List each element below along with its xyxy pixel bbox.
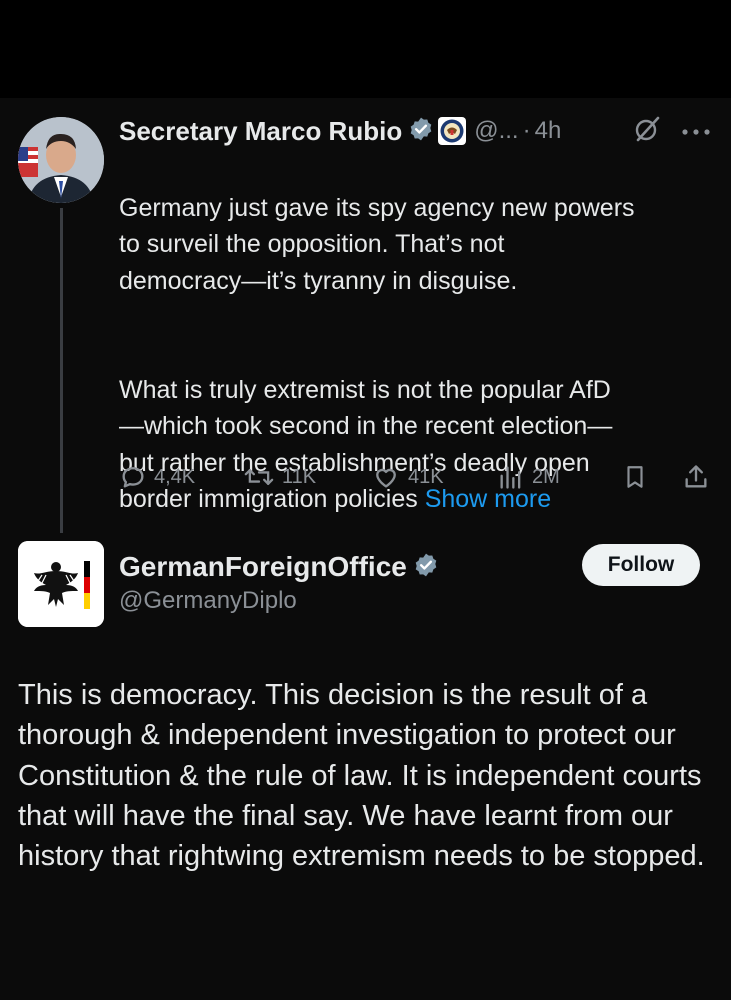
bookmark-button[interactable] (622, 463, 648, 491)
gfo-header: GermanForeignOffice (119, 547, 439, 587)
verified-badge-icon (408, 116, 434, 147)
reply-icon (122, 467, 144, 488)
gfo-author-handle[interactable]: @GermanyDiplo (119, 587, 297, 615)
like-icon (376, 468, 396, 488)
avatar-rubio[interactable] (18, 117, 104, 203)
author-name[interactable]: Secretary Marco Rubio (119, 116, 402, 147)
top-black-band (0, 0, 731, 98)
federal-eagle-logo (18, 541, 104, 627)
thread-connector-line (60, 208, 63, 533)
reply-button[interactable]: 4,4K (119, 463, 195, 491)
separator-dot: · (522, 117, 531, 144)
state-department-seal-icon (438, 117, 467, 145)
gfo-author-name[interactable]: GermanForeignOffice (119, 551, 407, 583)
share-button[interactable] (682, 463, 710, 491)
like-button[interactable]: 41K (371, 463, 444, 491)
avatar-german-foreign-office[interactable] (18, 541, 104, 627)
repost-count: 11K (282, 465, 317, 488)
gfo-tweet-text: This is democracy. This decision is the … (18, 679, 705, 873)
follow-button[interactable]: Follow (582, 544, 700, 586)
views-count: 2M (532, 465, 560, 488)
repost-icon (244, 468, 274, 485)
views-button[interactable]: 2M (497, 463, 560, 491)
share-icon (685, 465, 707, 488)
grok-icon[interactable] (633, 114, 663, 149)
screenshot-frame: Secretary Marco Rubio @... · 4h Germany … (0, 0, 731, 1000)
action-bar: 4,4K 11K 41K 2M (119, 463, 719, 499)
views-icon (500, 466, 521, 489)
like-count: 41K (408, 465, 444, 488)
repost-button[interactable]: 11K (243, 463, 316, 491)
timestamp[interactable]: 4h (535, 117, 562, 145)
more-icon[interactable] (681, 124, 711, 142)
verified-badge-icon (413, 552, 439, 583)
author-handle[interactable]: @... (474, 117, 518, 145)
tweet-paragraph-1: Germany just gave its spy agency new pow… (119, 193, 635, 295)
bookmark-icon (627, 466, 643, 488)
reply-header: Secretary Marco Rubio @... · 4h (119, 111, 561, 151)
reply-count: 4,4K (154, 465, 196, 488)
avatar-photo (18, 117, 104, 203)
